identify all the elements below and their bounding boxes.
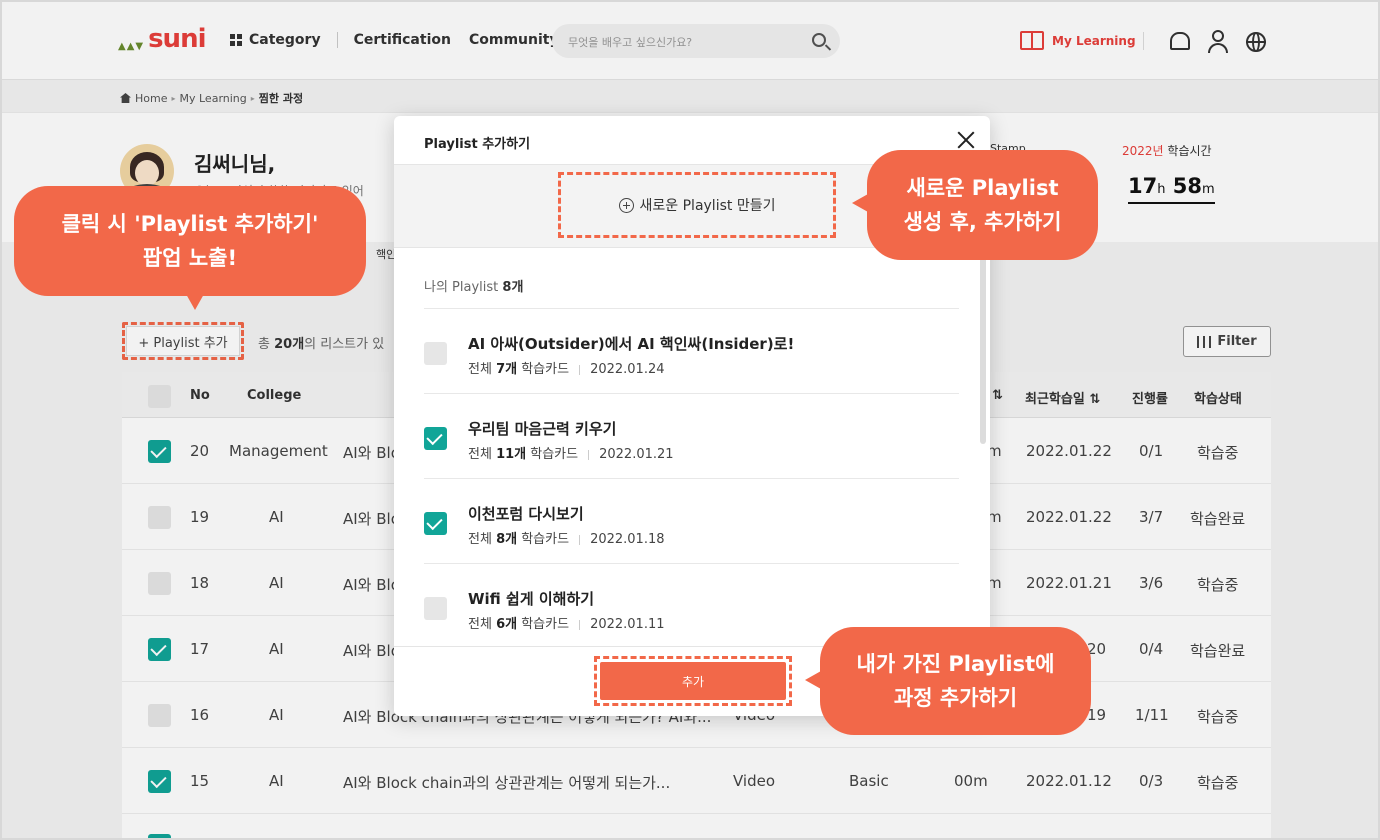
meta-divider [579,534,581,545]
playlist-checkbox[interactable] [424,512,447,535]
playlist-item[interactable]: 이천포럼 다시보기 전체 8개 학습카드 2022.01.18 [424,479,959,564]
callout-text: 생성 후, 추가하기 [903,210,1062,234]
callout-text: 과정 추가하기 [893,686,1018,710]
playlist-date: 2022.01.18 [590,532,665,547]
meta-prefix: 전체 [468,447,492,462]
playlist-title: AI 아싸(Outsider)에서 AI 핵인싸(Insider)로! [468,335,795,353]
plus-circle-icon [618,197,634,213]
playlist-date: 2022.01.21 [599,447,674,462]
meta-prefix: 전체 [468,617,492,632]
playlist-meta: 전체 6개 학습카드 2022.01.11 [468,613,665,632]
meta-divider [588,449,590,460]
app-frame: ▲▲▼ suni Category Certification Communit… [0,0,1380,840]
add-button-highlight [594,656,792,706]
callout-new-playlist: 새로운 Playlist 생성 후, 추가하기 [852,150,1098,260]
playlist-date: 2022.01.24 [590,362,665,377]
playlist-title: 이천포럼 다시보기 [468,505,584,523]
playlist-title: Wifi 쉽게 이해하기 [468,590,595,608]
meta-prefix: 전체 [468,532,492,547]
callout-text: 팝업 노출! [142,246,238,270]
playlist-item[interactable]: AI 아싸(Outsider)에서 AI 핵인싸(Insider)로! 전체 7… [424,309,959,394]
callout-add-to-playlist: 내가 가진 Playlist에 과정 추가하기 [805,627,1091,735]
playlist-item[interactable]: 우리팀 마음근력 키우기 전체 11개 학습카드 2022.01.21 [424,394,959,479]
playlist-checkbox[interactable] [424,597,447,620]
playlist-meta: 전체 7개 학습카드 2022.01.24 [468,358,665,377]
playlist-meta: 전체 8개 학습카드 2022.01.18 [468,528,665,547]
meta-divider [579,619,581,630]
meta-suffix: 학습카드 [521,362,570,377]
callout-add-playlist: 클릭 시 'Playlist 추가하기' 팝업 노출! [14,186,366,310]
card-count: 8개 [496,532,518,547]
playlist-meta: 전체 11개 학습카드 2022.01.21 [468,443,674,462]
card-count: 11개 [496,447,527,462]
meta-suffix: 학습카드 [521,532,570,547]
new-playlist-label: 새로운 Playlist 만들기 [639,198,776,214]
meta-suffix: 학습카드 [521,617,570,632]
playlist-count-label: 나의 Playlist [424,280,499,295]
meta-suffix: 학습카드 [530,447,579,462]
callout-text: 새로운 Playlist [906,176,1059,200]
modal-scrollbar[interactable] [980,248,986,444]
close-icon[interactable] [956,130,976,150]
playlist-count-value: 8개 [502,280,524,295]
playlist-count: 나의 Playlist 8개 [424,276,523,295]
card-count: 7개 [496,362,518,377]
playlist-title: 우리팀 마음근력 키우기 [468,420,617,438]
callout-text: 내가 가진 Playlist에 [856,652,1055,676]
card-count: 6개 [496,617,518,632]
new-playlist-button[interactable]: 새로운 Playlist 만들기 [558,172,836,238]
meta-divider [579,364,581,375]
playlist-checkbox[interactable] [424,427,447,450]
meta-prefix: 전체 [468,362,492,377]
playlist-checkbox[interactable] [424,342,447,365]
playlist-date: 2022.01.11 [590,617,665,632]
modal-title: Playlist 추가하기 [424,137,531,152]
callout-text: 클릭 시 'Playlist 추가하기' [61,212,319,236]
